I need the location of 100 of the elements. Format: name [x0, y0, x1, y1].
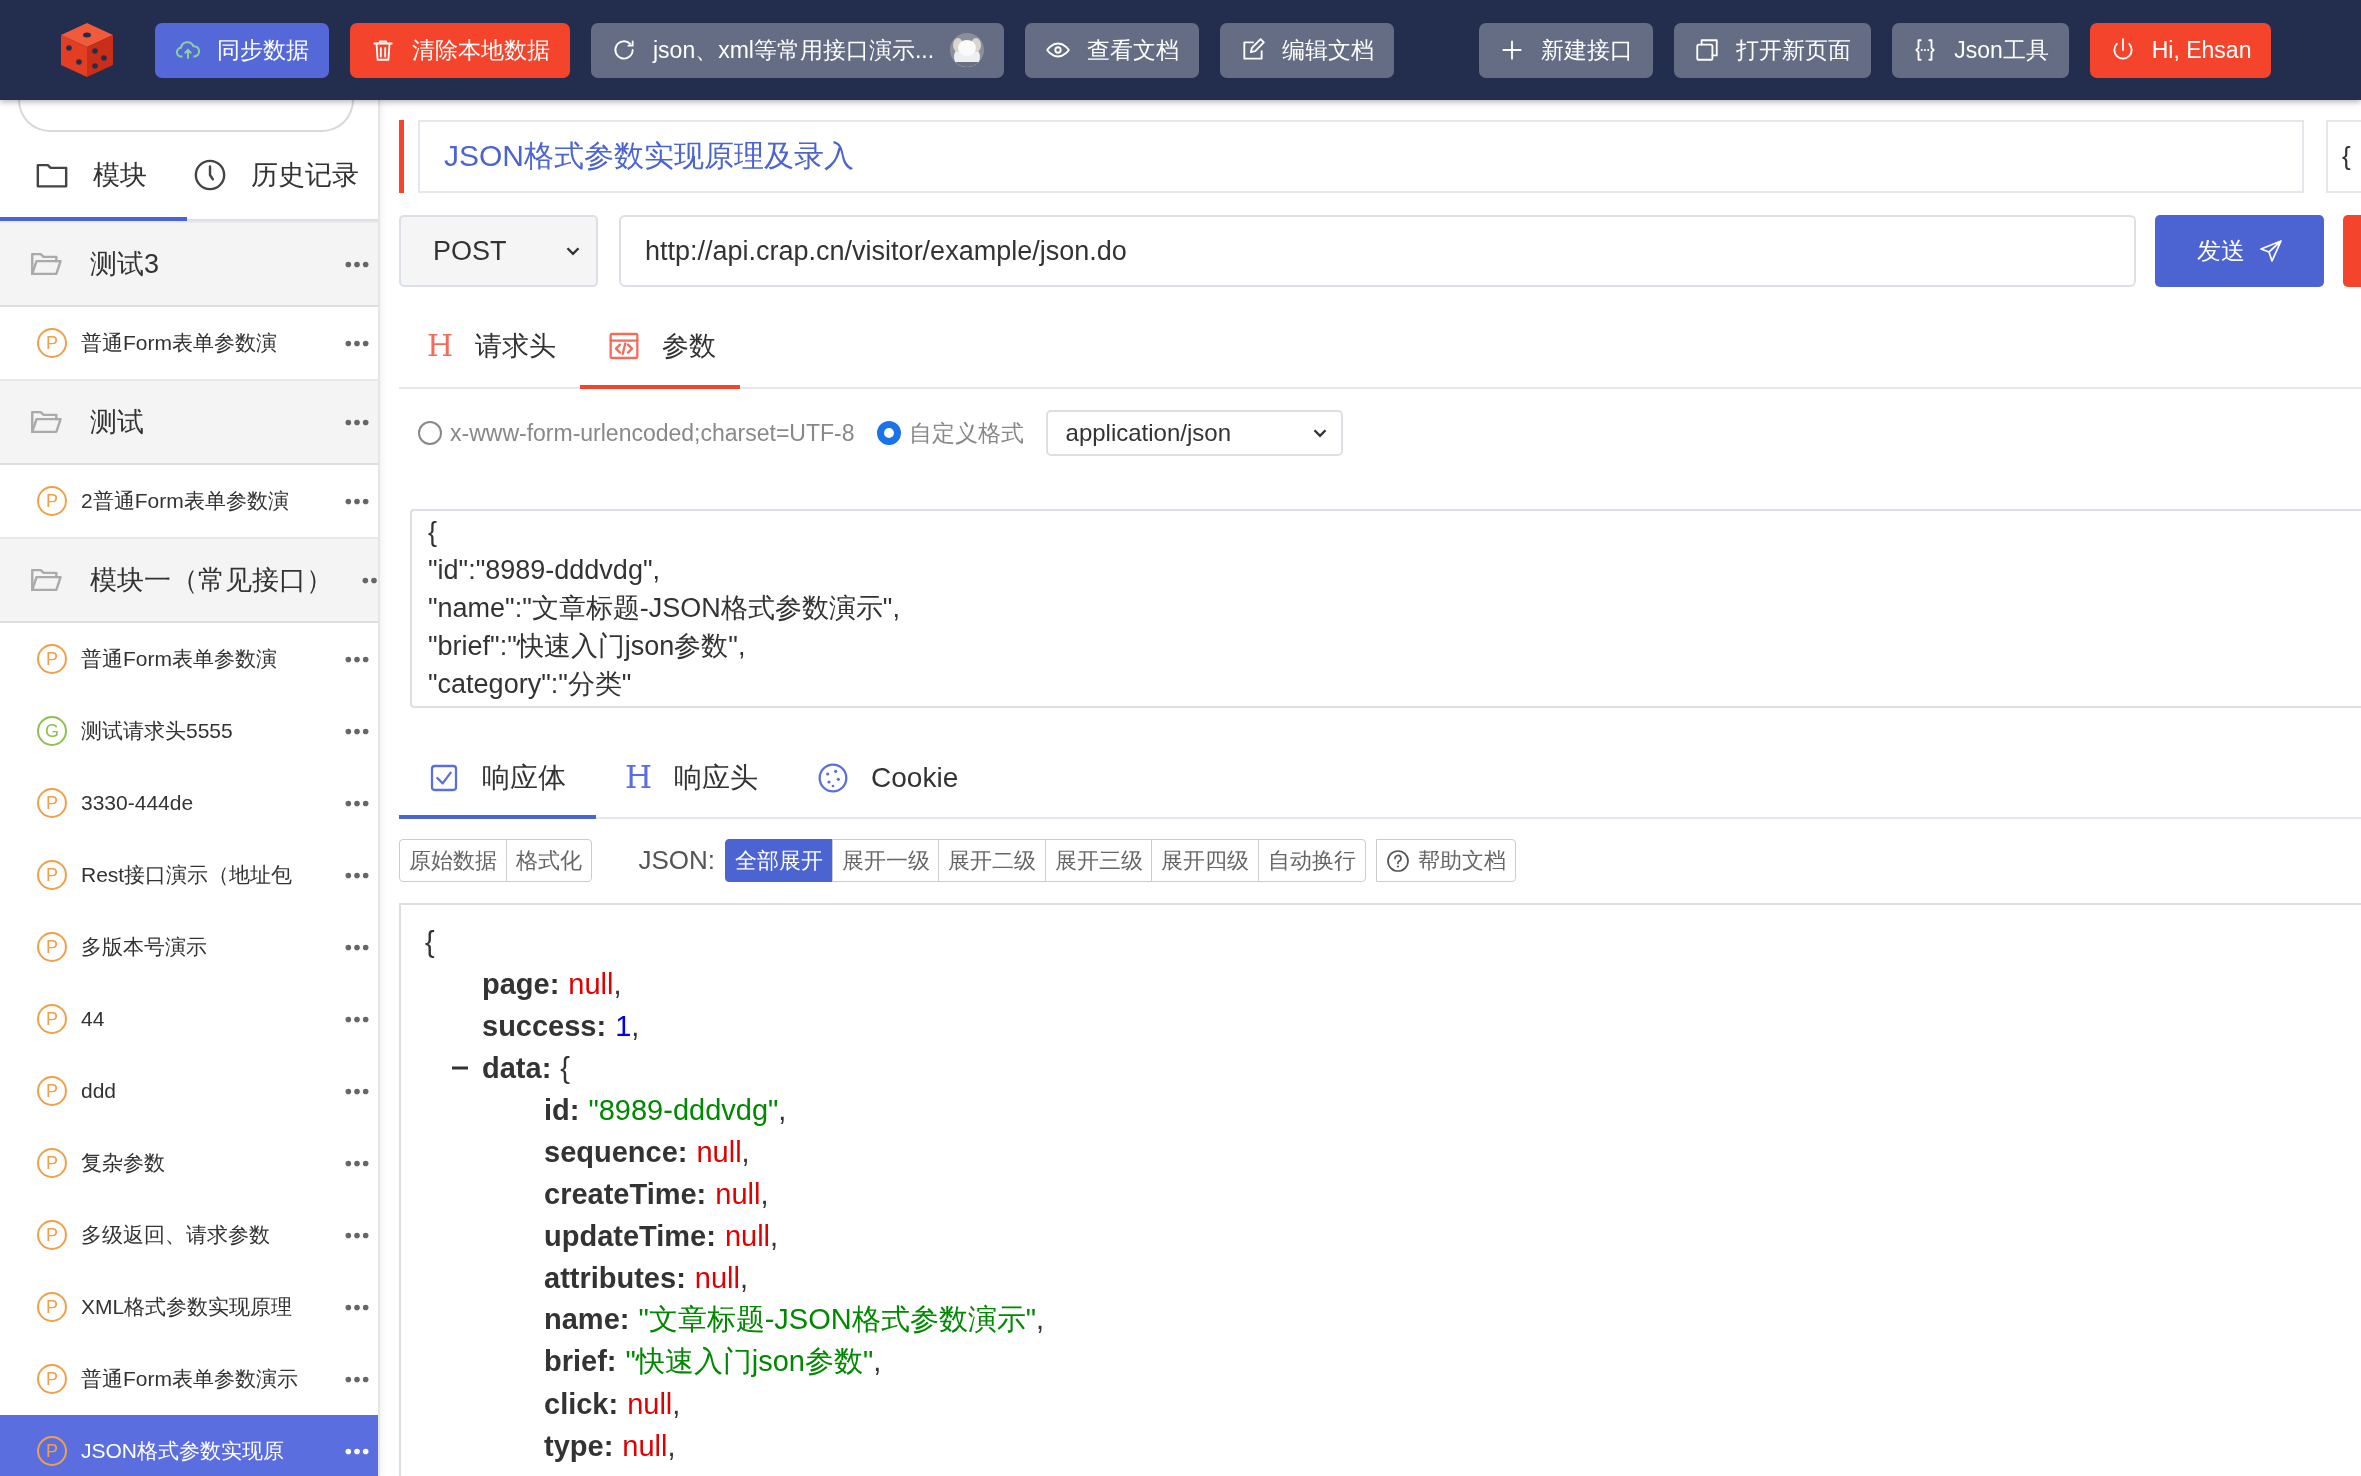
tree-item[interactable]: P 2普通Form表单参数演 — [0, 465, 378, 537]
tree-item[interactable]: P 普通Form表单参数演示 — [0, 1343, 378, 1415]
send-icon — [2258, 239, 2283, 263]
toolbar-button[interactable]: json、xml等常用接口演示... — [591, 22, 1005, 78]
toolbar-button[interactable]: 编辑文档 — [1220, 22, 1395, 78]
more-icon[interactable] — [344, 1230, 370, 1240]
clock-icon — [193, 157, 227, 192]
more-icon[interactable] — [344, 259, 370, 269]
json-line: attributes: null, — [544, 1261, 748, 1295]
radio-button[interactable] — [418, 421, 442, 445]
expand-button[interactable]: 展开三级 — [1044, 839, 1153, 882]
more-icon[interactable] — [344, 417, 370, 427]
more-icon[interactable] — [344, 496, 370, 506]
method-badge: P — [37, 1436, 67, 1466]
expand-button[interactable]: 展开一级 — [831, 839, 940, 882]
more-icon[interactable] — [344, 1302, 370, 1312]
method-badge: P — [37, 328, 67, 358]
collapse-icon[interactable] — [452, 1066, 468, 1070]
more-icon[interactable] — [344, 726, 370, 736]
json-label: JSON: — [638, 845, 716, 876]
tree-item[interactable]: P ddd — [0, 1055, 378, 1127]
json-line: type: null, — [544, 1429, 676, 1463]
more-icon[interactable] — [361, 575, 378, 585]
tree-item[interactable]: P 44 — [0, 983, 378, 1055]
method-select[interactable]: POST — [399, 215, 598, 287]
more-icon[interactable] — [344, 1158, 370, 1168]
method-badge: G — [37, 716, 67, 746]
json-line: data: { — [482, 1051, 570, 1085]
toolbar-button[interactable]: 打开新页面 — [1674, 22, 1872, 78]
tab[interactable]: H 响应头 — [596, 740, 789, 819]
content-type-select[interactable]: application/json — [1045, 410, 1343, 456]
body-editor[interactable]: { "id":"8989-dddvdg", "name":"文章标题-JSON格式参数演示", "brief":"快速入门json参数", "category":"分类" — [410, 509, 2361, 708]
method-badge: P — [37, 932, 67, 962]
url-field[interactable]: http://api.crap.cn/visitor/example/json.do — [619, 215, 2136, 287]
tree-item[interactable]: P 普通Form表单参数演 — [0, 307, 378, 379]
format-button[interactable]: { — [2326, 120, 2361, 193]
more-icon[interactable] — [344, 1374, 370, 1384]
send-button[interactable]: 发送 — [2155, 215, 2324, 287]
method-badge: P — [37, 1004, 67, 1034]
tree-item[interactable]: P JSON格式参数实现原 — [0, 1415, 378, 1476]
toolbar-button[interactable]: 查看文档 — [1025, 22, 1200, 78]
edit-icon — [1240, 37, 1267, 63]
expand-button[interactable]: 展开二级 — [938, 839, 1047, 882]
expand-button[interactable]: 全部展开 — [725, 839, 834, 882]
more-icon[interactable] — [344, 1446, 370, 1456]
tree-item[interactable]: P 3330-444de — [0, 767, 378, 839]
toolbar-button[interactable]: 新建接口 — [1479, 22, 1654, 78]
tree-item[interactable]: P 复杂参数 — [0, 1127, 378, 1199]
json-line: updateTime: null, — [544, 1219, 779, 1253]
json-line: success: 1, — [482, 1009, 640, 1043]
tree-item[interactable]: P XML格式参数实现原理 — [0, 1271, 378, 1343]
cookie-icon — [817, 761, 850, 794]
folder-row[interactable]: 测试3 — [0, 221, 378, 307]
toolbar-button[interactable]: 同步数据 — [155, 22, 329, 78]
json-line: id: "8989-dddvdg", — [544, 1093, 787, 1127]
method-badge: P — [37, 486, 67, 516]
method-badge: P — [37, 1148, 67, 1178]
method-badge: P — [37, 1076, 67, 1106]
folder-row[interactable]: 测试 — [0, 379, 378, 465]
h-icon: H — [427, 331, 454, 361]
more-icon[interactable] — [344, 654, 370, 664]
h-icon: H — [625, 762, 653, 793]
radio-button[interactable] — [876, 421, 901, 445]
tab[interactable]: 参数 — [580, 307, 741, 389]
json-line: click: null, — [544, 1387, 681, 1421]
tree-item[interactable]: P Rest接口演示（地址包 — [0, 839, 378, 911]
more-icon[interactable] — [344, 1086, 370, 1096]
more-icon[interactable] — [344, 1014, 370, 1024]
radio-label[interactable]: 自定义格式 — [908, 417, 1024, 449]
radio-label[interactable]: x-www-form-urlencoded;charset=UTF-8 — [450, 419, 855, 447]
sidebar-tab[interactable]: 历史记录 — [187, 132, 359, 221]
title-field[interactable]: JSON格式参数实现原理及录入 — [418, 120, 2304, 193]
json-line: { — [425, 925, 435, 959]
view-mode-button[interactable]: 原始数据 — [399, 839, 507, 882]
expand-button[interactable]: 展开四级 — [1151, 839, 1260, 882]
tab[interactable]: 响应体 — [399, 740, 596, 819]
tree-item[interactable]: P 多版本号演示 — [0, 911, 378, 983]
toolbar-button[interactable]: Hi, Ehsan — [2089, 22, 2272, 78]
help-button[interactable]: 帮助文档 — [1375, 839, 1516, 882]
more-icon[interactable] — [344, 942, 370, 952]
more-icon[interactable] — [344, 870, 370, 880]
method-badge: P — [37, 644, 67, 674]
json-line: name: "文章标题-JSON格式参数演示", — [544, 1302, 1045, 1337]
json-line: page: null, — [482, 967, 622, 1001]
search-field[interactable] — [18, 100, 354, 132]
tree-item[interactable]: G 测试请求头5555 — [0, 695, 378, 767]
more-icon[interactable] — [344, 798, 370, 808]
json-line: sequence: null, — [544, 1135, 750, 1169]
method-badge: P — [37, 1364, 67, 1394]
folder-row[interactable]: 模块一（常见接口） — [0, 537, 378, 623]
toolbar-button[interactable]: Json工具 — [1892, 22, 2069, 78]
toolbar-button[interactable]: 清除本地数据 — [350, 22, 570, 78]
expand-button[interactable]: 自动换行 — [1257, 839, 1366, 882]
tab[interactable]: Cookie — [788, 740, 989, 819]
tab[interactable]: H 请求头 — [399, 307, 581, 389]
tree-item[interactable]: P 多级返回、请求参数 — [0, 1199, 378, 1271]
more-icon[interactable] — [344, 338, 370, 348]
method-badge: P — [37, 1292, 67, 1322]
tree-item[interactable]: P 普通Form表单参数演 — [0, 623, 378, 695]
view-mode-button[interactable]: 格式化 — [505, 839, 592, 882]
